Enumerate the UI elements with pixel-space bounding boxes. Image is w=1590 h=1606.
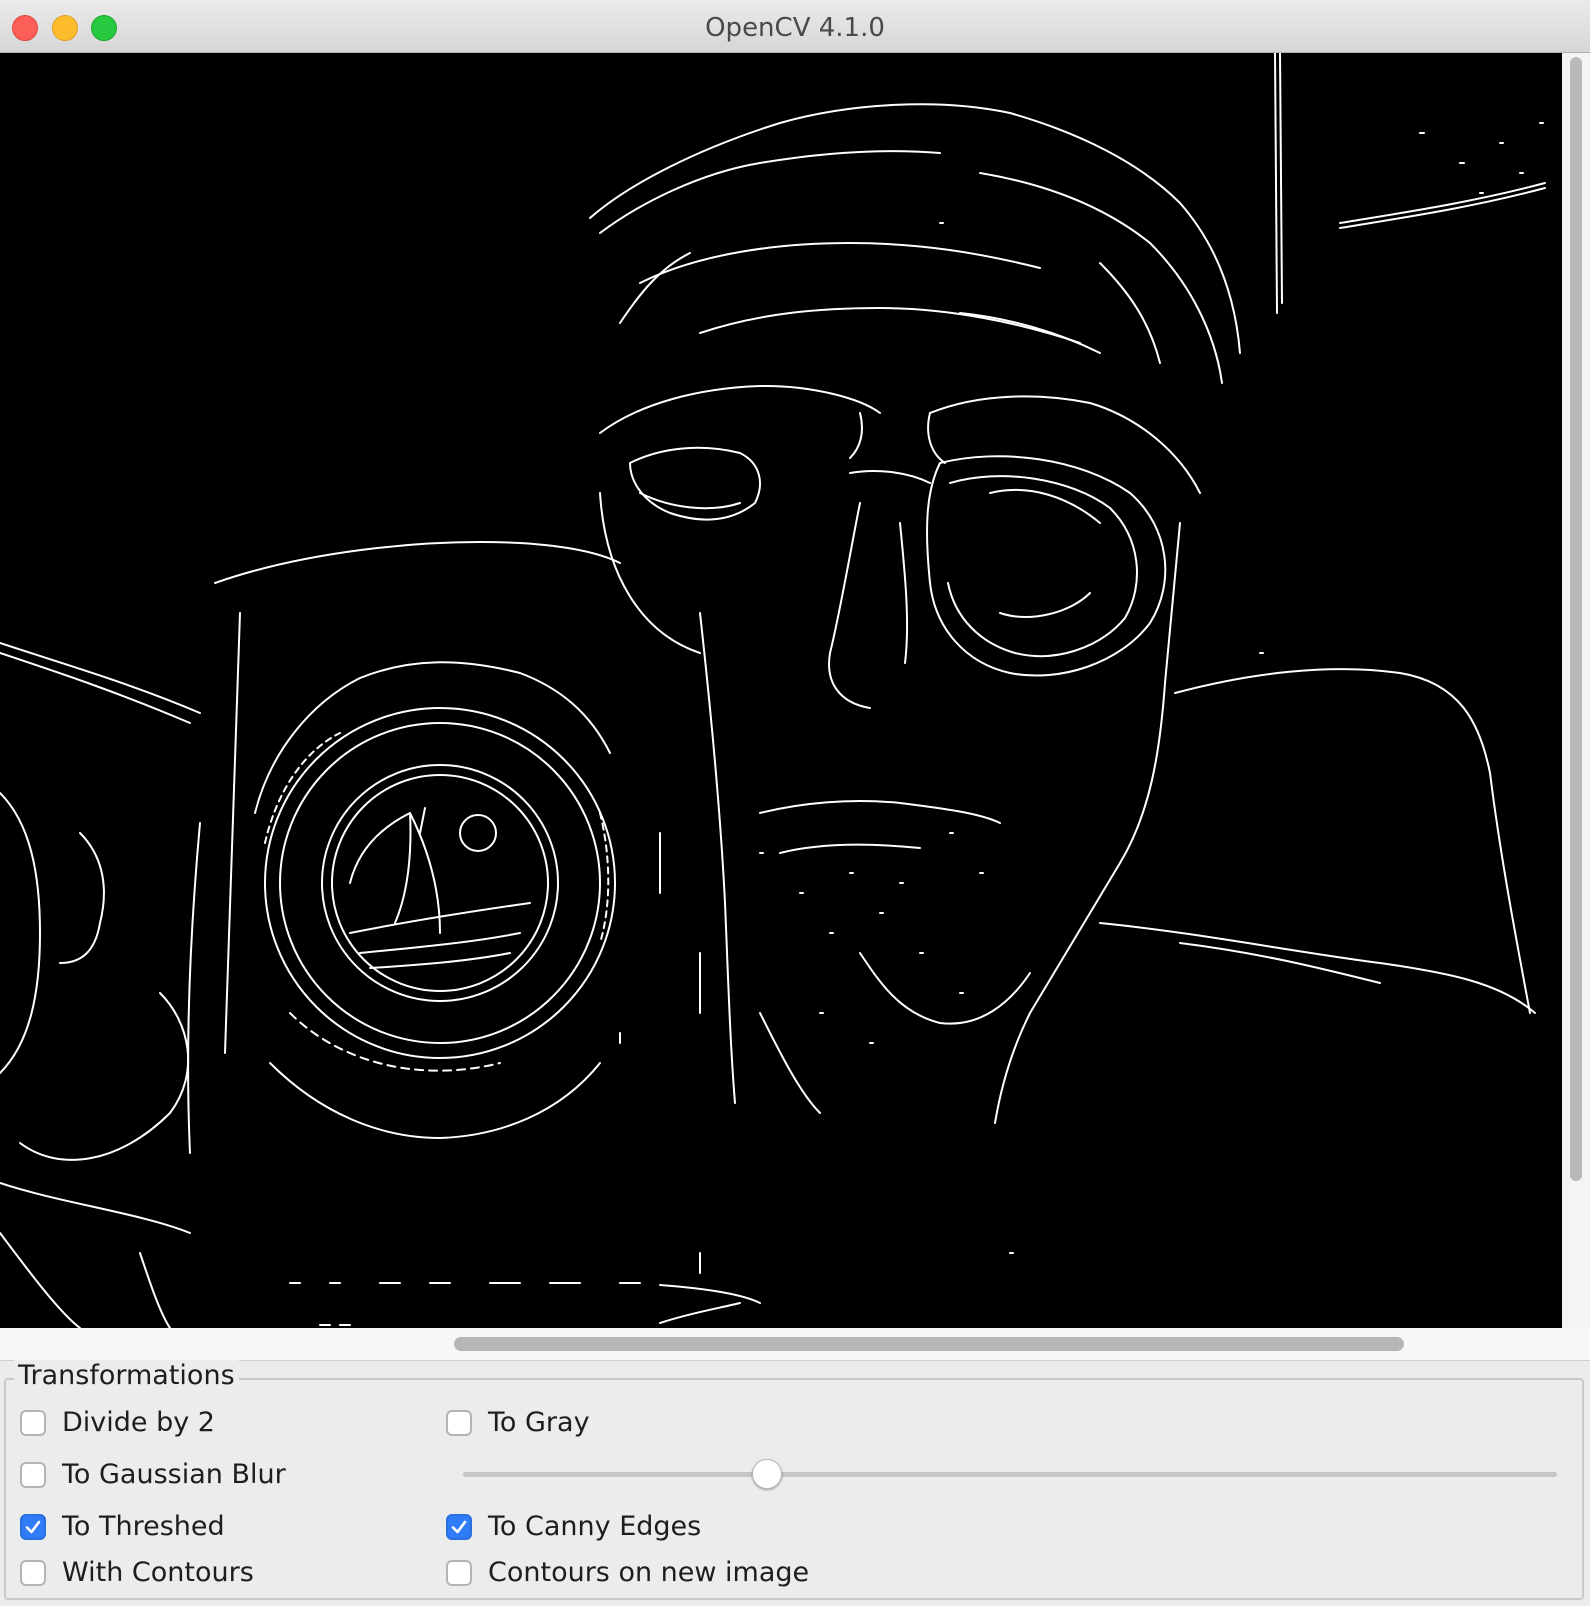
checkbox-with-contours[interactable]: With Contours (20, 1557, 254, 1588)
checkbox-label: To Threshed (62, 1511, 225, 1542)
checkmark-icon (451, 1520, 467, 1533)
checkbox-box[interactable] (20, 1409, 46, 1436)
checkbox-to-threshed[interactable]: To Threshed (20, 1511, 225, 1542)
checkbox-label: To Gaussian Blur (62, 1459, 286, 1490)
image-viewport[interactable] (0, 53, 1562, 1328)
checkbox-box[interactable] (446, 1513, 472, 1540)
checkbox-label: To Canny Edges (488, 1511, 702, 1542)
checkbox-to-gaussian-blur[interactable]: To Gaussian Blur (20, 1459, 286, 1490)
app-window: OpenCV 4.1.0 Transformations Divide by 2… (0, 0, 1590, 1606)
checkbox-label: With Contours (62, 1557, 254, 1588)
checkbox-contours-on-new-image[interactable]: Contours on new image (446, 1557, 809, 1588)
transformations-panel-title: Transformations (14, 1360, 239, 1391)
threshold-slider-track[interactable] (463, 1472, 1557, 1477)
checkbox-box[interactable] (20, 1461, 46, 1488)
window-title: OpenCV 4.1.0 (705, 13, 885, 43)
checkbox-box[interactable] (20, 1513, 46, 1540)
checkbox-box[interactable] (446, 1559, 472, 1586)
checkbox-label: To Gray (488, 1407, 590, 1438)
checkbox-to-canny-edges[interactable]: To Canny Edges (446, 1511, 701, 1542)
canny-edges-image (0, 53, 1546, 1328)
threshold-slider-thumb[interactable] (752, 1459, 782, 1489)
checkbox-divide-by-2[interactable]: Divide by 2 (20, 1407, 215, 1438)
checkbox-box[interactable] (446, 1409, 472, 1436)
checkbox-label: Divide by 2 (62, 1407, 215, 1438)
checkmark-icon (25, 1520, 41, 1533)
horizontal-scrollbar-thumb[interactable] (454, 1337, 1404, 1351)
title-bar[interactable]: OpenCV 4.1.0 (0, 0, 1590, 53)
vertical-scrollbar-thumb[interactable] (1570, 57, 1582, 1181)
checkbox-to-gray[interactable]: To Gray (446, 1407, 590, 1438)
checkbox-label: Contours on new image (488, 1557, 810, 1588)
checkbox-box[interactable] (20, 1559, 46, 1586)
